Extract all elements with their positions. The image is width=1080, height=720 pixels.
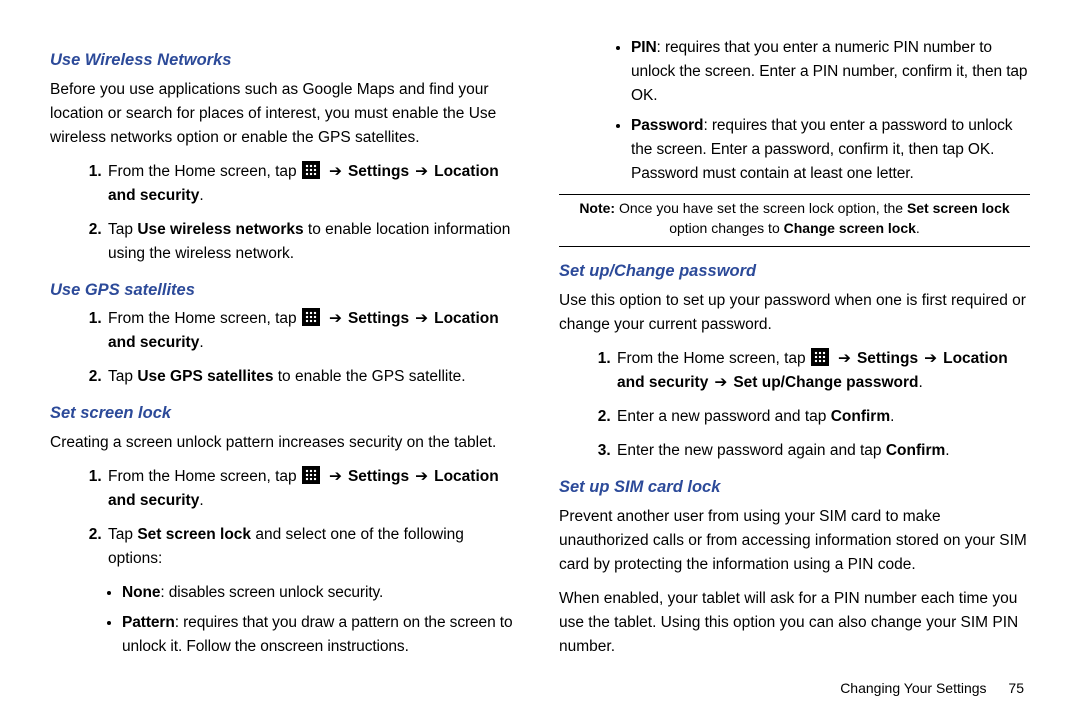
step-2: Tap Set screen lock and select one of th… [106,523,521,571]
apps-grid-icon [302,308,320,326]
option-pattern: Pattern: requires that you draw a patter… [122,611,521,659]
heading-use-gps: Use GPS satellites [50,278,521,304]
intro-change-password: Use this option to set up your password … [559,289,1030,337]
step-2: Enter a new password and tap Confirm. [615,405,1030,429]
divider [559,246,1030,247]
steps-use-gps: From the Home screen, tap ➔Settings➔Loca… [50,307,521,389]
arrow-icon: ➔ [415,307,428,331]
heading-use-wireless: Use Wireless Networks [50,48,521,74]
screen-lock-options-right: PIN: requires that you enter a numeric P… [559,36,1030,186]
option-pin: PIN: requires that you enter a numeric P… [631,36,1030,108]
step-1: From the Home screen, tap ➔Settings➔Loca… [106,465,521,513]
intro-use-wireless: Before you use applications such as Goog… [50,78,521,150]
step-1: From the Home screen, tap ➔Settings➔Loca… [106,307,521,355]
page-number: 75 [1008,680,1024,696]
option-none: None: disables screen unlock security. [122,581,521,605]
steps-change-password: From the Home screen, tap ➔Settings➔Loca… [559,347,1030,463]
heading-change-password: Set up/Change password [559,259,1030,285]
left-column: Use Wireless Networks Before you use app… [50,36,521,669]
apps-grid-icon [302,466,320,484]
apps-grid-icon [811,348,829,366]
step-1: From the Home screen, tap ➔Settings➔Loca… [106,160,521,208]
steps-set-screen-lock: From the Home screen, tap ➔Settings➔Loca… [50,465,521,571]
step-2: Tap Use GPS satellites to enable the GPS… [106,365,521,389]
arrow-icon: ➔ [329,307,342,331]
arrow-icon: ➔ [838,347,851,371]
steps-use-wireless: From the Home screen, tap ➔Settings➔Loca… [50,160,521,266]
option-password: Password: requires that you enter a pass… [631,114,1030,186]
note-screen-lock: Note: Once you have set the screen lock … [559,199,1030,238]
right-column: PIN: requires that you enter a numeric P… [559,36,1030,669]
arrow-icon: ➔ [924,347,937,371]
screen-lock-options-left: None: disables screen unlock security. P… [50,581,521,659]
step-1: From the Home screen, tap ➔Settings➔Loca… [615,347,1030,395]
sim-lock-p2: When enabled, your tablet will ask for a… [559,587,1030,659]
apps-grid-icon [302,161,320,179]
step-3: Enter the new password again and tap Con… [615,439,1030,463]
footer-title: Changing Your Settings [840,680,986,696]
step-2: Tap Use wireless networks to enable loca… [106,218,521,266]
divider [559,194,1030,195]
sim-lock-p1: Prevent another user from using your SIM… [559,505,1030,577]
arrow-icon: ➔ [329,465,342,489]
arrow-icon: ➔ [415,465,428,489]
arrow-icon: ➔ [415,160,428,184]
heading-set-screen-lock: Set screen lock [50,401,521,427]
page-footer: Changing Your Settings 75 [840,678,1024,700]
heading-sim-lock: Set up SIM card lock [559,475,1030,501]
arrow-icon: ➔ [714,371,727,395]
intro-set-screen-lock: Creating a screen unlock pattern increas… [50,431,521,455]
arrow-icon: ➔ [329,160,342,184]
